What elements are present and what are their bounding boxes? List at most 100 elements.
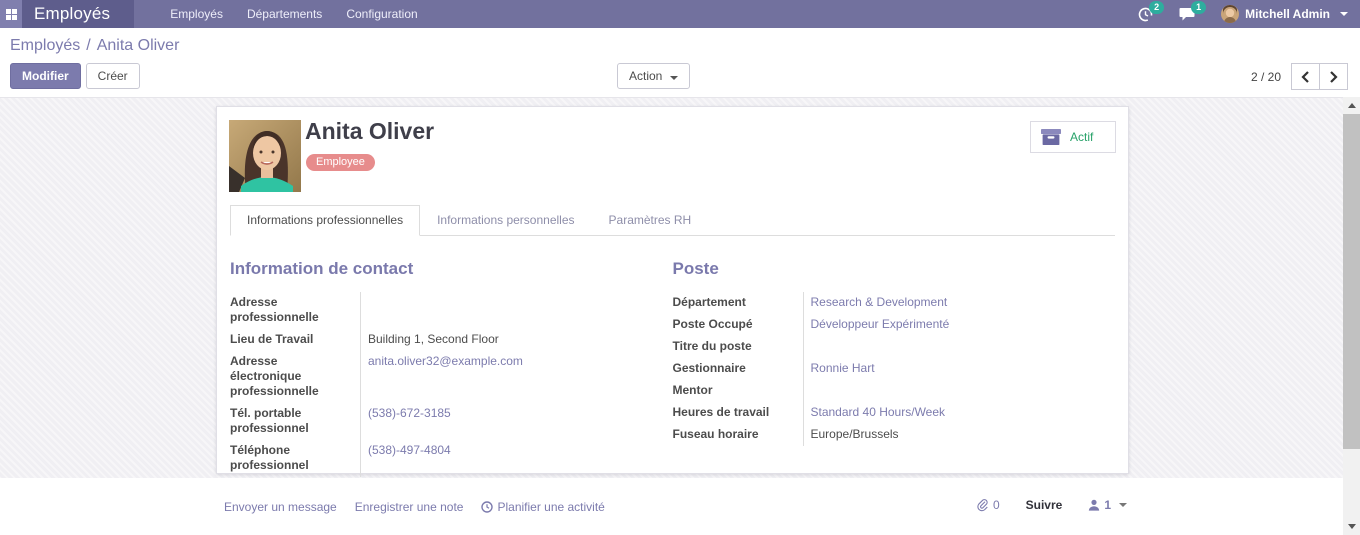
breadcrumb-parent[interactable]: Employés [10,37,80,54]
field-label: Fuseau horaire [672,427,759,441]
work-phone-link[interactable]: (538)-497-4804 [368,443,451,457]
attachment-count: 0 [992,498,1000,512]
breadcrumb: Employés / Anita Oliver [10,37,179,55]
activity-count-badge: 2 [1149,0,1165,14]
work-location-value: Building 1, Second Floor [368,332,499,346]
notebook-tabs: Informations professionnelles Informatio… [230,205,1115,236]
tab-hr-settings[interactable]: Paramètres RH [592,205,709,236]
navbar-systray: 2 1 Mitchell Admin [1138,0,1360,28]
user-avatar [1221,5,1240,23]
field-label: Lieu de Travail [230,332,314,346]
field-label: Adresse électronique professionnelle [230,354,319,398]
field-label: Département [672,295,746,309]
position-heading: Poste [672,259,719,278]
top-navbar: Employés Employés Départements Configura… [0,0,1360,28]
form-view-background: Anita Oliver Employee Actif Informations… [0,97,1360,479]
scroll-down-icon[interactable] [1347,524,1356,529]
apps-grid-icon [5,8,17,20]
app-brand-title[interactable]: Employés [22,0,135,28]
field-label: Gestionnaire [672,361,746,375]
field-label: Heures de travail [672,405,770,419]
field-row-timezone: Fuseau horaire Europe/Brussels [673,424,1111,446]
form-buttons: Modifier Créer [10,63,140,89]
log-note-button[interactable]: Enregistrer une note [355,500,464,514]
tab-personal-information[interactable]: Informations personnelles [420,205,591,236]
record-pager: 2 / 20 [1251,63,1348,90]
pager-previous-button[interactable] [1291,63,1320,90]
chevron-down-icon [669,76,678,80]
field-label: Téléphone professionnel [230,443,309,472]
contact-info-group: Information de contact Adresse professio… [230,259,673,477]
employee-form-sheet: Anita Oliver Employee Actif Informations… [216,106,1129,477]
field-label: Tél. portable professionnel [230,406,309,435]
timezone-value: Europe/Brussels [810,427,899,441]
tab-work-information[interactable]: Informations professionnelles [230,205,421,236]
user-menu[interactable]: Mitchell Admin [1221,5,1348,23]
apps-menu-button[interactable] [0,0,22,28]
active-stat-label: Actif [1070,130,1094,144]
work-mobile-link[interactable]: (538)-672-3185 [368,406,451,420]
field-row-job-position: Poste Occupé Développeur Expérimenté [673,314,1111,336]
main-menu: Employés Départements Configuration [158,0,429,28]
chatter: Envoyer un message Enregistrer une note … [0,478,1360,535]
field-label: Titre du poste [672,339,752,353]
scroll-up-icon [1347,103,1356,108]
field-row-manager: Gestionnaire Ronnie Hart [673,358,1111,380]
menu-item-departments[interactable]: Départements [235,0,334,28]
field-label: Poste Occupé [672,317,753,331]
user-name: Mitchell Admin [1245,7,1330,21]
scroll-up-button[interactable] [1343,97,1360,114]
clock-icon [481,501,494,513]
field-row-coach: Mentor [673,380,1111,402]
field-row-work-address: Adresse professionnelle [230,292,668,329]
messages-menu-button[interactable]: 1 [1179,1,1207,21]
breadcrumb-current: Anita Oliver [96,37,180,54]
field-row-job-title: Titre du poste [673,336,1111,358]
working-hours-link[interactable]: Standard 40 Hours/Week [811,405,946,419]
scrollbar-thumb[interactable] [1343,114,1360,449]
menu-item-employees[interactable]: Employés [158,0,235,28]
employee-name-title: Anita Oliver [305,118,435,144]
message-count-badge: 1 [1191,1,1207,14]
schedule-activity-label: Planifier une activité [497,500,605,514]
followers-button[interactable]: 1 [1088,498,1127,512]
field-row-work-location: Lieu de Travail Building 1, Second Floor [230,329,668,351]
edit-button[interactable]: Modifier [10,63,81,89]
job-position-link[interactable]: Développeur Expérimenté [811,317,950,331]
position-group: Poste Département Research & Development… [673,259,1116,477]
archive-box-icon [1041,129,1061,145]
employee-category-tag[interactable]: Employee [306,154,375,171]
action-label: Action [629,69,663,83]
schedule-activity-button[interactable]: Planifier une activité [481,500,605,514]
breadcrumb-separator: / [86,37,91,54]
manager-link[interactable]: Ronnie Hart [811,361,875,375]
follow-button[interactable]: Suivre [1026,498,1063,512]
field-row-work-mobile: Tél. portable professionnel (538)-672-31… [230,403,668,440]
field-row-working-hours: Heures de travail Standard 40 Hours/Week [673,402,1111,424]
work-email-link[interactable]: anita.oliver32@example.com [368,354,523,368]
vertical-scrollbar[interactable] [1343,97,1360,535]
form-field-groups: Information de contact Adresse professio… [230,259,1115,477]
contact-info-heading: Information de contact [230,259,414,278]
follower-count: 1 [1104,498,1111,512]
field-row-department: Département Research & Development [673,292,1111,314]
action-dropdown-button[interactable]: Action [617,63,690,89]
chevron-down-icon [1119,503,1127,507]
employee-photo[interactable] [229,120,301,192]
menu-item-configuration[interactable]: Configuration [334,0,429,28]
active-stat-button[interactable]: Actif [1030,121,1116,153]
activities-menu-button[interactable]: 2 [1138,0,1165,22]
paperclip-icon [977,498,988,511]
create-button[interactable]: Créer [85,63,140,89]
field-label: Adresse professionnelle [230,295,319,324]
field-row-work-phone: Téléphone professionnel (538)-497-4804 [230,440,668,477]
pager-next-button[interactable] [1319,63,1348,90]
chevron-left-icon [1301,70,1309,83]
field-label: Mentor [672,383,713,397]
chevron-down-icon [1340,12,1348,16]
pager-value: 2 / 20 [1250,69,1281,84]
send-message-button[interactable]: Envoyer un message [224,500,337,514]
department-link[interactable]: Research & Development [811,295,948,309]
attachments-button[interactable]: 0 [977,498,1000,512]
chevron-right-icon [1330,70,1338,83]
